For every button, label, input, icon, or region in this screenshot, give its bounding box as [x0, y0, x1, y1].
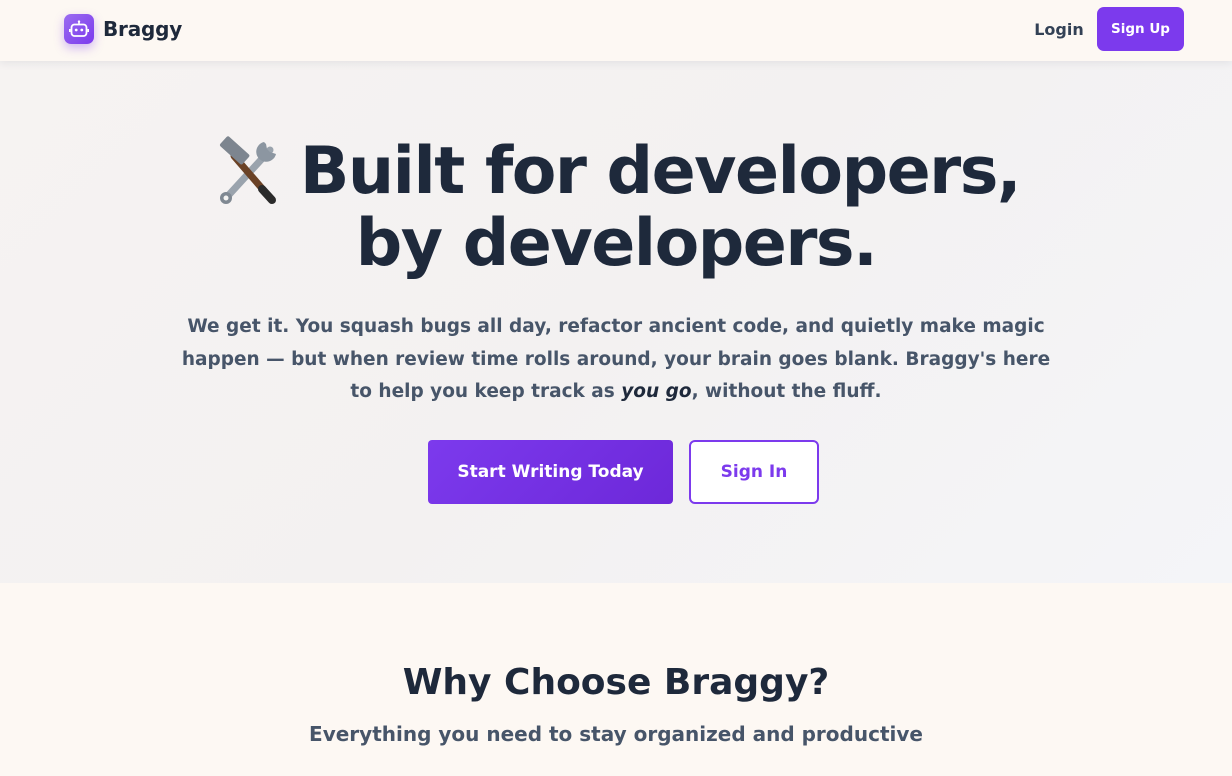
brand-link[interactable]: Braggy [64, 13, 182, 45]
features-title: Why Choose Braggy? [402, 662, 830, 703]
hero-subtitle: We get it. You squash bugs all day, refa… [180, 311, 1052, 409]
features-subtitle: Everything you need to stay organized an… [309, 722, 923, 746]
hero-title: Built for developers, by developers. [0, 136, 1232, 280]
login-link[interactable]: Login [1030, 16, 1088, 42]
hero-subtitle-text: We get it. You squash bugs all day, refa… [181, 316, 1051, 402]
start-writing-button[interactable]: Start Writing Today [428, 440, 673, 504]
hero-title-line1: Built for developers, [299, 134, 1022, 209]
robot-icon [64, 14, 94, 44]
hero-subtitle-end: , without the fluff. [691, 381, 882, 402]
brand-name: Braggy [103, 17, 183, 41]
hero-section: Built for developers, by developers. We … [0, 61, 1232, 583]
hammer-and-wrench-icon [212, 136, 288, 208]
hero-subtitle-emphasis: you go [621, 381, 692, 402]
navbar: Braggy Login Sign Up [0, 0, 1232, 61]
signup-button[interactable]: Sign Up [1097, 7, 1184, 51]
hero-title-line2: by developers. [355, 206, 878, 281]
sign-in-button[interactable]: Sign In [689, 440, 819, 504]
